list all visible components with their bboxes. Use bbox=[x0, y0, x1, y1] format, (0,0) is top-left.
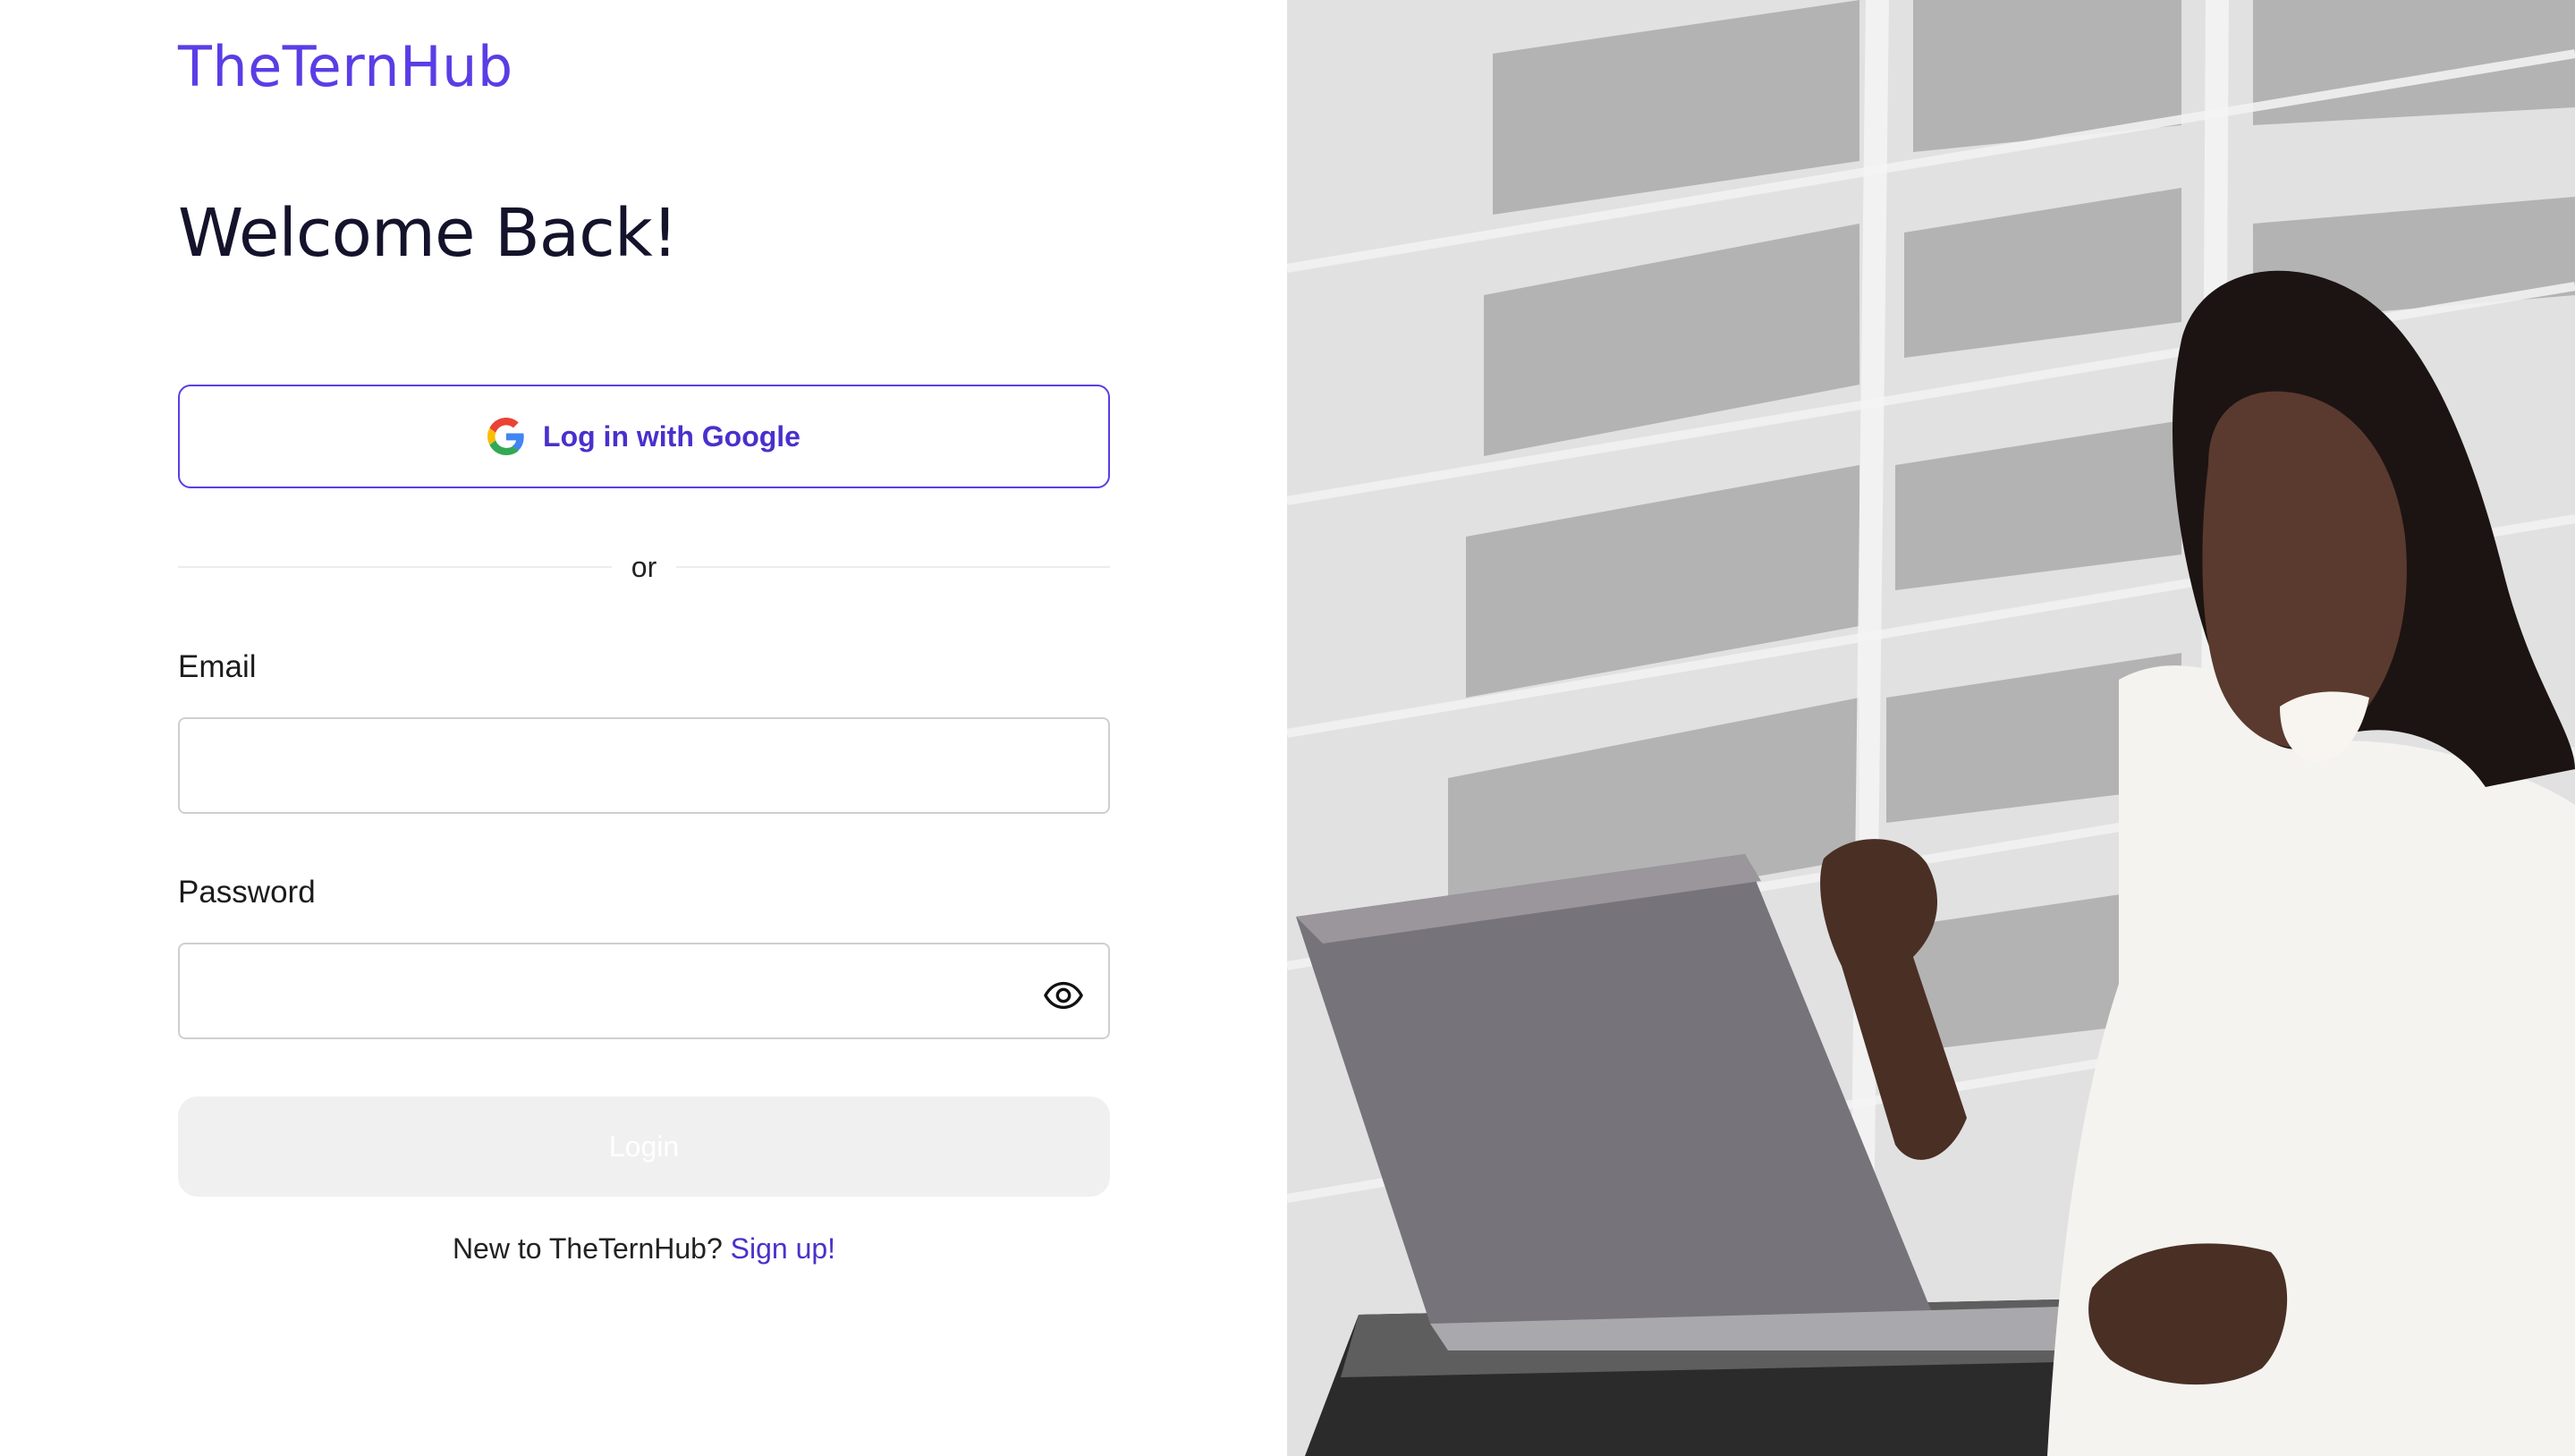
google-login-button[interactable]: Log in with Google bbox=[178, 385, 1110, 488]
email-field[interactable] bbox=[178, 717, 1110, 814]
brand-logo[interactable]: TheTernHub bbox=[178, 34, 513, 99]
password-field[interactable] bbox=[178, 943, 1110, 1039]
google-login-label: Log in with Google bbox=[543, 419, 800, 453]
password-label: Password bbox=[178, 875, 316, 910]
divider-text: or bbox=[631, 550, 657, 583]
login-button[interactable]: Login bbox=[178, 1096, 1110, 1197]
or-divider: or bbox=[178, 547, 1111, 587]
divider-line-right bbox=[676, 566, 1111, 568]
login-page: TheTernHub Welcome Back! Log in with Goo… bbox=[0, 0, 2575, 1456]
login-panel: TheTernHub Welcome Back! Log in with Goo… bbox=[0, 0, 1287, 1456]
signup-prompt-text: New to TheTernHub? bbox=[452, 1232, 723, 1265]
signup-link[interactable]: Sign up! bbox=[731, 1232, 835, 1265]
divider-line-left bbox=[178, 566, 612, 568]
eye-icon[interactable] bbox=[1041, 973, 1086, 1018]
page-title: Welcome Back! bbox=[178, 195, 678, 272]
hero-image bbox=[1287, 0, 2575, 1456]
google-icon bbox=[487, 418, 525, 455]
email-label: Email bbox=[178, 649, 257, 684]
hero-illustration bbox=[1287, 0, 2575, 1456]
signup-prompt: New to TheTernHub? Sign up! bbox=[178, 1232, 1110, 1266]
